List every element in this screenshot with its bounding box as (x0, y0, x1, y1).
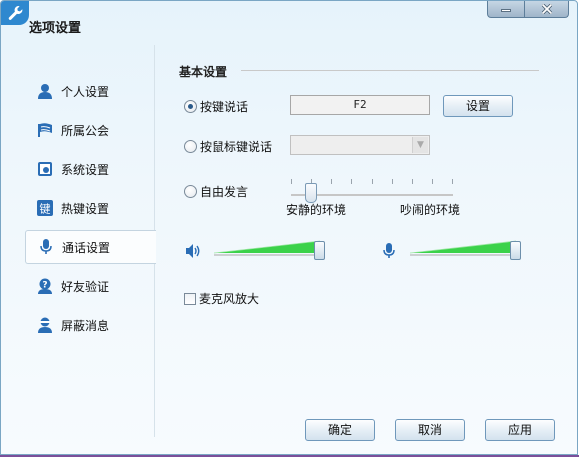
sidebar-item-personal[interactable]: 个人设置 (25, 74, 155, 108)
set-hotkey-button[interactable]: 设置 (443, 95, 513, 117)
microphone-icon (381, 243, 397, 259)
sidebar-item-label: 好友验证 (61, 279, 110, 294)
slider-tick (452, 179, 453, 184)
quiet-label: 安静的环境 (286, 203, 347, 217)
mouse-talk-radio[interactable]: 按鼠标键说话 (184, 138, 272, 155)
microphone-icon (38, 239, 54, 255)
close-icon (541, 3, 552, 14)
wrench-icon (1, 1, 29, 25)
speaker-volume-slider[interactable] (214, 237, 322, 257)
mic-boost-label: 麦克风放大 (199, 292, 260, 306)
mic-boost-checkbox[interactable] (184, 292, 196, 305)
free-talk-radio[interactable]: 自由发言 (184, 183, 248, 200)
chevron-down-icon[interactable]: ▼ (412, 137, 428, 153)
title-bar[interactable]: 选项设置 (1, 1, 577, 45)
sidebar-item-label: 个人设置 (61, 84, 110, 99)
slider-tick (412, 179, 413, 184)
hotkey-field[interactable]: F2 (290, 95, 430, 115)
sidebar-item-hotkey[interactable]: 键 热键设置 (25, 191, 155, 225)
system-settings-icon (37, 161, 53, 177)
window-title: 选项设置 (29, 21, 82, 36)
sidebar-item-guild[interactable]: 所属公会 (25, 113, 155, 147)
section-divider (241, 70, 539, 71)
close-button[interactable] (525, 1, 569, 18)
speaker-volume-thumb[interactable] (314, 241, 325, 260)
minimize-icon (501, 9, 511, 12)
section-title: 基本设置 (179, 65, 228, 79)
minimize-button[interactable] (487, 1, 525, 18)
sidebar-item-label: 系统设置 (61, 162, 110, 177)
slider-tick (351, 179, 352, 184)
sidebar: 个人设置 所属公会 系统设置 键 热键设置 通话设置 ? 好友验证 屏蔽消息 (1, 45, 156, 437)
sidebar-item-label: 通话设置 (62, 240, 111, 255)
sidebar-item-label: 热键设置 (61, 201, 110, 216)
friend-verify-icon: ? (37, 278, 53, 294)
mic-volume-slider[interactable] (410, 237, 518, 257)
mouse-button-select[interactable]: ▼ (290, 135, 430, 155)
hotkey-icon: 键 (37, 200, 53, 216)
block-user-icon (37, 317, 53, 333)
slider-tick (392, 179, 393, 184)
free-talk-label: 自由发言 (200, 185, 249, 199)
ok-button[interactable]: 确定 (305, 419, 375, 441)
radio-button[interactable] (184, 185, 197, 198)
push-to-talk-radio[interactable]: 按键说话 (184, 98, 248, 115)
speaker-icon (185, 243, 201, 259)
flag-icon (37, 122, 53, 138)
apply-button[interactable]: 应用 (485, 419, 555, 441)
radio-button[interactable] (184, 100, 197, 113)
mouse-talk-label: 按鼠标键说话 (200, 140, 273, 154)
mic-boost-checkbox-row[interactable]: 麦克风放大 (184, 290, 259, 307)
slider-tick (432, 179, 433, 184)
sidebar-item-system[interactable]: 系统设置 (25, 152, 155, 186)
radio-button[interactable] (184, 140, 197, 153)
noisy-label: 吵闹的环境 (400, 203, 461, 217)
sidebar-item-label: 屏蔽消息 (61, 318, 110, 333)
mic-volume-thumb[interactable] (510, 241, 521, 260)
sidebar-item-friend-verify[interactable]: ? 好友验证 (25, 269, 155, 303)
slider-tick (291, 179, 292, 184)
slider-thumb[interactable] (305, 183, 317, 203)
svg-text:键: 键 (40, 202, 51, 216)
cancel-button[interactable]: 取消 (395, 419, 465, 441)
slider-tick (372, 179, 373, 184)
sidebar-item-block[interactable]: 屏蔽消息 (25, 308, 155, 342)
sidebar-item-label: 所属公会 (61, 123, 110, 138)
person-icon (37, 83, 53, 99)
slider-tick (331, 179, 332, 184)
sidebar-item-call[interactable]: 通话设置 (25, 230, 156, 264)
options-dialog: 选项设置 个人设置 所属公会 系统设置 键 热键设置 通话设置 ? 好友验证 屏… (0, 0, 578, 455)
push-to-talk-label: 按键说话 (200, 100, 249, 114)
